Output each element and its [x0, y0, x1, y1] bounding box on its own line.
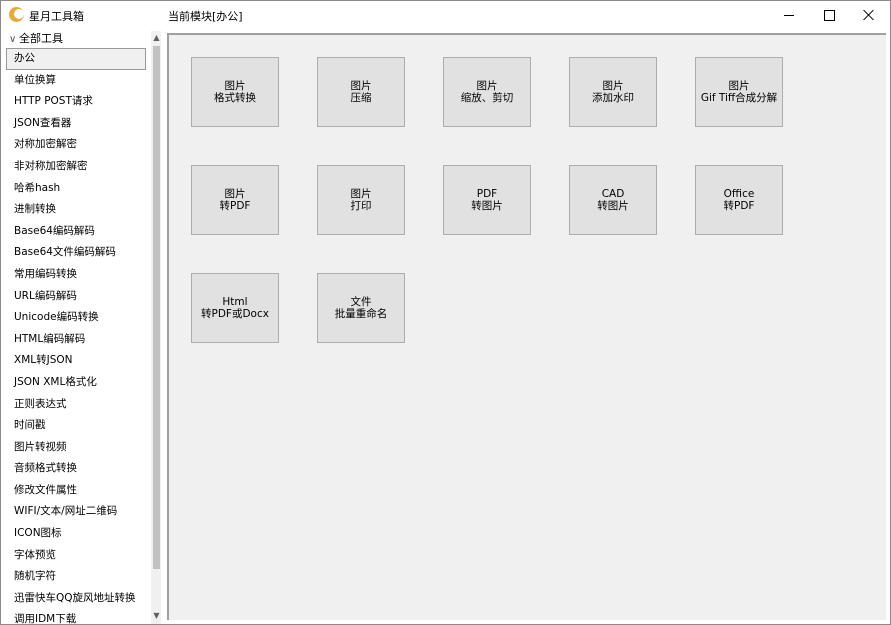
- tool-image-format-convert-button[interactable]: 图片 格式转换: [191, 57, 279, 127]
- tree-item[interactable]: ICON图标: [6, 523, 146, 545]
- tool-image-to-pdf-button[interactable]: 图片 转PDF: [191, 165, 279, 235]
- tool-pdf-to-image-button[interactable]: PDF 转图片: [443, 165, 531, 235]
- tool-label-line1: 图片: [728, 80, 750, 92]
- tool-image-watermark-button[interactable]: 图片 添加水印: [569, 57, 657, 127]
- tool-label-line1: 图片: [476, 80, 498, 92]
- tree-item[interactable]: 字体预览: [6, 545, 146, 567]
- scrollbar-thumb[interactable]: [153, 46, 160, 569]
- tool-office-to-pdf-button[interactable]: Office 转PDF: [695, 165, 783, 235]
- tool-label-line2: 转PDF或Docx: [201, 308, 269, 320]
- tool-html-to-pdf-docx-button[interactable]: Html 转PDF或Docx: [191, 273, 279, 343]
- tool-image-print-button[interactable]: 图片 打印: [317, 165, 405, 235]
- tool-image-gif-tiff-button[interactable]: 图片 Gif Tiff合成分解: [695, 57, 783, 127]
- tool-cad-to-image-button[interactable]: CAD 转图片: [569, 165, 657, 235]
- tree-item[interactable]: 音频格式转换: [6, 458, 146, 480]
- minimize-icon: [784, 14, 794, 16]
- maximize-button[interactable]: [809, 1, 849, 29]
- tree-item[interactable]: 图片转视频: [6, 437, 146, 459]
- close-icon: [863, 9, 875, 21]
- tree-item[interactable]: 正则表达式: [6, 394, 146, 416]
- tool-label-line1: 图片: [350, 188, 372, 200]
- main-window: 星月工具箱 当前模块[办公] ∨ 全部工具 办公 单位换算 HTTP POST请求…: [0, 0, 891, 625]
- tree-item-office[interactable]: 办公: [6, 48, 146, 70]
- tool-label-line1: PDF: [476, 188, 498, 200]
- tool-label-line2: 转PDF: [219, 200, 251, 212]
- scroll-down-icon[interactable]: ▼: [151, 609, 161, 622]
- tool-label-line1: Office: [723, 188, 755, 200]
- app-title: 星月工具箱: [29, 10, 84, 23]
- tool-label-line2: 格式转换: [214, 92, 256, 104]
- tree-item[interactable]: HTTP POST请求: [6, 91, 146, 113]
- tool-label-line2: 添加水印: [592, 92, 634, 104]
- moon-icon: [9, 7, 24, 22]
- tree-item[interactable]: 单位换算: [6, 70, 146, 92]
- tool-label-line2: 缩放、剪切: [460, 92, 514, 104]
- tool-image-resize-crop-button[interactable]: 图片 缩放、剪切: [443, 57, 531, 127]
- tree-item[interactable]: HTML编码解码: [6, 329, 146, 351]
- tool-label-line2: 转图片: [597, 200, 629, 212]
- scroll-up-icon[interactable]: ▲: [151, 31, 161, 44]
- tree-item[interactable]: JSON查看器: [6, 113, 146, 135]
- tool-label-line2: 打印: [350, 200, 372, 212]
- tool-label-line1: CAD: [601, 188, 625, 200]
- tree-item[interactable]: Base64文件编码解码: [6, 242, 146, 264]
- tree-item[interactable]: Base64编码解码: [6, 221, 146, 243]
- tree-root-label: 全部工具: [19, 32, 63, 45]
- tree-item-list: 办公 单位换算 HTTP POST请求 JSON查看器 对称加密解密 非对称加密…: [6, 48, 146, 624]
- tool-label-line2: 批量重命名: [334, 308, 388, 320]
- tree-item[interactable]: WIFI/文本/网址二维码: [6, 501, 146, 523]
- current-module-title: 当前模块[办公]: [168, 10, 243, 23]
- tree-item[interactable]: 修改文件属性: [6, 480, 146, 502]
- sidebar-scrollbar[interactable]: ▲ ▼: [151, 31, 161, 624]
- close-button[interactable]: [849, 1, 889, 29]
- tree-item[interactable]: 调用IDM下载: [6, 609, 146, 624]
- tool-label-line1: 图片: [224, 80, 246, 92]
- tree-item[interactable]: JSON XML格式化: [6, 372, 146, 394]
- tree-item[interactable]: 非对称加密解密: [6, 156, 146, 178]
- tool-label-line1: 文件: [350, 296, 372, 308]
- tool-label-line2: 转PDF: [723, 200, 755, 212]
- tree-item[interactable]: 进制转换: [6, 199, 146, 221]
- tree-item[interactable]: XML转JSON: [6, 350, 146, 372]
- tree-item[interactable]: 迅雷快车QQ旋风地址转换: [6, 588, 146, 610]
- tool-label-line2: Gif Tiff合成分解: [700, 92, 778, 104]
- tool-label-line1: 图片: [602, 80, 624, 92]
- tree-item[interactable]: 常用编码转换: [6, 264, 146, 286]
- tree-item[interactable]: 时间戳: [6, 415, 146, 437]
- tool-label-line1: 图片: [224, 188, 246, 200]
- tree-item[interactable]: 哈希hash: [6, 178, 146, 200]
- tool-file-batch-rename-button[interactable]: 文件 批量重命名: [317, 273, 405, 343]
- tree-item[interactable]: URL编码解码: [6, 286, 146, 308]
- tool-label-line2: 转图片: [471, 200, 503, 212]
- tool-panel: 图片 格式转换 图片 压缩 图片 缩放、剪切 图片 添加水印 图片 Gif Ti…: [167, 33, 886, 620]
- tool-label-line2: 压缩: [350, 92, 372, 104]
- tool-tree[interactable]: ∨ 全部工具 办公 单位换算 HTTP POST请求 JSON查看器 对称加密解密…: [6, 31, 161, 624]
- tree-item[interactable]: 对称加密解密: [6, 134, 146, 156]
- chevron-down-icon: ∨: [9, 34, 17, 45]
- tool-image-compress-button[interactable]: 图片 压缩: [317, 57, 405, 127]
- tree-item[interactable]: 随机字符: [6, 566, 146, 588]
- tool-label-line1: Html: [222, 296, 248, 308]
- tree-item[interactable]: Unicode编码转换: [6, 307, 146, 329]
- maximize-icon: [823, 9, 835, 21]
- minimize-button[interactable]: [769, 1, 809, 29]
- title-bar: 星月工具箱 当前模块[办公]: [1, 1, 890, 29]
- tree-root-all-tools[interactable]: ∨ 全部工具: [9, 31, 63, 47]
- tool-label-line1: 图片: [350, 80, 372, 92]
